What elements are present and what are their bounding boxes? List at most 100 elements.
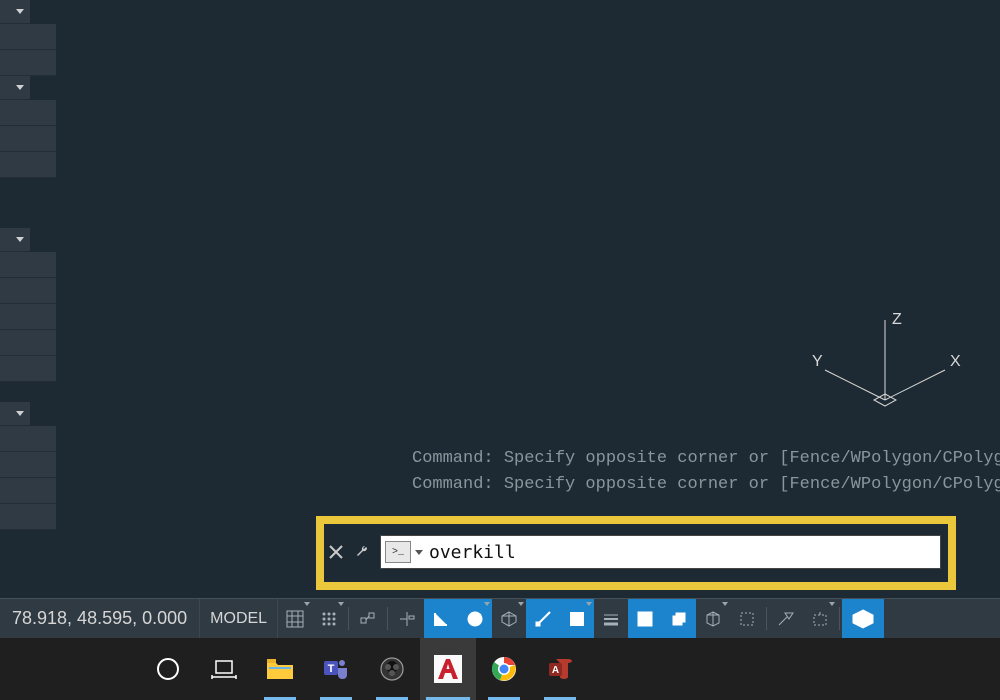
file-explorer-button[interactable] <box>252 638 308 700</box>
palette-row[interactable] <box>0 24 56 50</box>
model-space-button[interactable]: MODEL <box>199 599 278 638</box>
app-root: X Y Z Command: Specify opposite corner o… <box>0 0 1000 700</box>
command-input[interactable] <box>427 536 940 568</box>
palette-header-1[interactable] <box>0 0 30 24</box>
3d-osnap-icon <box>704 610 722 628</box>
dynamic-input-toggle[interactable] <box>390 599 424 638</box>
palette-row[interactable] <box>0 50 56 76</box>
palette-row[interactable] <box>0 278 56 304</box>
isometric-drafting-toggle[interactable] <box>492 599 526 638</box>
palette-row[interactable] <box>0 478 56 504</box>
chevron-down-icon <box>722 602 728 606</box>
ortho-mode-toggle[interactable] <box>424 599 458 638</box>
palette-header-4[interactable] <box>0 402 30 426</box>
gizmo-toggle[interactable] <box>803 599 837 638</box>
access-icon: A <box>546 655 574 683</box>
palette-row[interactable] <box>0 504 56 530</box>
polar-icon <box>466 610 484 628</box>
filter-icon <box>777 610 795 628</box>
obs-icon <box>378 655 406 683</box>
dynamic-ucs-icon <box>738 610 756 628</box>
grid-display-toggle[interactable] <box>278 599 312 638</box>
polar-tracking-toggle[interactable] <box>458 599 492 638</box>
palette-row[interactable] <box>0 100 56 126</box>
palette-row[interactable] <box>0 356 56 382</box>
chevron-down-icon <box>16 85 24 90</box>
palette-row[interactable] <box>0 252 56 278</box>
palette-row[interactable] <box>0 304 56 330</box>
chevron-down-icon <box>16 9 24 14</box>
autocad-button[interactable] <box>420 638 476 700</box>
close-icon <box>329 545 343 559</box>
status-bar-icons <box>278 599 884 638</box>
windows-taskbar: T A <box>0 638 1000 700</box>
command-line-bar: >_ <box>326 530 941 574</box>
command-input-wrap: >_ <box>380 535 941 569</box>
left-palettes <box>0 0 56 580</box>
autocad-icon <box>432 653 464 685</box>
taskbar-left-spacer <box>0 638 140 700</box>
command-history: Command: Specify opposite corner or [Fen… <box>412 446 1000 498</box>
chevron-down-icon <box>586 602 592 606</box>
dynamic-ucs-toggle[interactable] <box>730 599 764 638</box>
gizmo-icon <box>811 610 829 628</box>
selection-cycling-icon <box>670 610 688 628</box>
ucs-y-axis <box>825 370 885 400</box>
obs-button[interactable] <box>364 638 420 700</box>
close-commandline-button[interactable] <box>326 542 346 562</box>
infer-constraints-toggle[interactable] <box>351 599 385 638</box>
coordinates-readout[interactable]: 78.918, 48.595, 0.000 <box>0 608 199 629</box>
2d-object-snap-toggle[interactable] <box>560 599 594 638</box>
task-view-icon <box>210 658 238 680</box>
chrome-button[interactable] <box>476 638 532 700</box>
palette-row[interactable] <box>0 126 56 152</box>
osnap-icon <box>568 610 586 628</box>
transparency-toggle[interactable] <box>628 599 662 638</box>
chevron-down-icon <box>829 602 835 606</box>
command-prompt-icon[interactable]: >_ <box>385 541 411 563</box>
palette-row[interactable] <box>0 426 56 452</box>
command-history-line: Command: Specify opposite corner or [Fen… <box>412 446 1000 472</box>
folder-icon <box>265 656 295 682</box>
selection-cycling-toggle[interactable] <box>662 599 696 638</box>
teams-button[interactable]: T <box>308 638 364 700</box>
task-view-button[interactable] <box>196 638 252 700</box>
chevron-down-icon <box>304 602 310 606</box>
lineweight-toggle[interactable] <box>594 599 628 638</box>
visual-style-toggle[interactable] <box>842 599 884 638</box>
selection-filtering-toggle[interactable] <box>769 599 803 638</box>
chevron-down-icon <box>16 237 24 242</box>
ucs-icon: X Y Z <box>810 310 960 420</box>
dynamic-input-icon <box>398 610 416 628</box>
snap-mode-toggle[interactable] <box>312 599 346 638</box>
command-history-line: Command: Specify opposite corner or [Fen… <box>412 472 1000 498</box>
palette-header-3[interactable] <box>0 228 30 252</box>
grid-icon <box>286 610 304 628</box>
visual-style-icon <box>851 608 875 630</box>
status-bar: 78.918, 48.595, 0.000 MODEL <box>0 598 1000 638</box>
ucs-x-label: X <box>950 353 961 370</box>
transparency-icon <box>636 610 654 628</box>
palette-row[interactable] <box>0 452 56 478</box>
customize-commandline-button[interactable] <box>352 541 374 563</box>
cortana-button[interactable] <box>140 638 196 700</box>
osnap-track-icon <box>534 610 552 628</box>
chevron-down-icon[interactable] <box>415 550 423 555</box>
ucs-x-axis <box>885 370 945 400</box>
status-separator <box>348 607 349 630</box>
teams-icon: T <box>322 655 350 683</box>
palette-row[interactable] <box>0 330 56 356</box>
svg-text:T: T <box>328 663 335 675</box>
status-separator <box>839 607 840 630</box>
isometric-icon <box>500 610 518 628</box>
palette-header-2[interactable] <box>0 76 30 100</box>
wrench-icon <box>354 543 372 561</box>
chrome-icon <box>490 655 518 683</box>
object-snap-tracking-toggle[interactable] <box>526 599 560 638</box>
access-button[interactable]: A <box>532 638 588 700</box>
cortana-icon <box>155 656 181 682</box>
3d-object-snap-toggle[interactable] <box>696 599 730 638</box>
svg-text:A: A <box>552 665 559 676</box>
lineweight-icon <box>602 610 620 628</box>
palette-row[interactable] <box>0 152 56 178</box>
